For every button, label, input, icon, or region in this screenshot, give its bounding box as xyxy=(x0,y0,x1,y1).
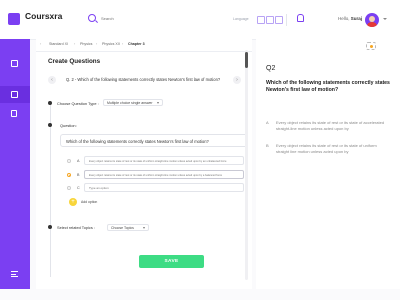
logo-icon xyxy=(8,13,20,25)
option-b-letter: B xyxy=(77,173,80,177)
document-icon xyxy=(11,110,17,117)
preview-question-text: Which of the following statements correc… xyxy=(266,80,390,93)
search-icon[interactable] xyxy=(88,14,96,22)
question-type-label: Choose Question Type : xyxy=(57,101,99,106)
user-menu-chevron-down-icon[interactable] xyxy=(383,18,387,20)
back-chevron-icon[interactable]: ‹ xyxy=(40,42,41,46)
language-label: Language xyxy=(233,17,249,21)
step-dot xyxy=(48,101,52,105)
question-text-field[interactable]: Which of the following statements correc… xyxy=(60,134,248,147)
option-c-radio[interactable] xyxy=(67,186,71,190)
header-divider xyxy=(286,14,287,26)
chevron-down-icon xyxy=(143,227,145,229)
avatar[interactable] xyxy=(365,13,379,27)
language-option-1-icon[interactable] xyxy=(257,16,265,24)
question-type-select[interactable]: Multiple choice single answer xyxy=(103,99,163,106)
preview-question-number: Q2 xyxy=(266,65,276,72)
previous-question-icon[interactable]: ‹ xyxy=(48,76,56,84)
breadcrumb-separator: › xyxy=(96,42,98,46)
greeting-text: Hello, xyxy=(338,16,350,21)
breadcrumb-separator: › xyxy=(74,42,76,46)
preview-option-b-letter: B xyxy=(266,143,269,148)
form-timeline xyxy=(50,103,51,277)
option-c-letter: C xyxy=(77,186,80,190)
sidebar xyxy=(0,39,30,289)
sidebar-item-dashboard[interactable] xyxy=(0,55,30,72)
option-b-field[interactable]: Every object retains its state of rest o… xyxy=(84,170,244,179)
breadcrumb-item[interactable]: Physics xyxy=(80,42,92,46)
top-bar: Coursxra Language Hello, Suraj xyxy=(0,0,400,40)
option-a-letter: A xyxy=(77,159,80,163)
app-name: Coursxra xyxy=(25,11,63,21)
option-a-radio[interactable] xyxy=(67,159,71,163)
scrollbar-track[interactable] xyxy=(245,50,248,280)
menu-line xyxy=(11,271,18,272)
question-type-value: Multiple choice single answer xyxy=(107,101,153,105)
step-dot xyxy=(48,225,52,229)
topics-value: Choose Topics xyxy=(111,226,134,230)
notification-bell-icon[interactable] xyxy=(296,14,304,22)
option-b-radio[interactable] xyxy=(67,173,71,177)
preview-option-a-text: Every object retains its state of rest o… xyxy=(276,120,385,131)
option-c-input[interactable] xyxy=(84,183,244,192)
app-frame: Coursxra Language Hello, Suraj xyxy=(0,0,400,300)
language-option-3-icon[interactable] xyxy=(275,16,283,24)
chevron-down-icon xyxy=(157,102,159,104)
preview-toggle-icon[interactable] xyxy=(366,42,376,50)
library-icon xyxy=(11,91,18,98)
dashboard-icon xyxy=(11,60,18,67)
scrollbar-thumb[interactable] xyxy=(245,52,248,68)
hamburger-menu-icon[interactable] xyxy=(11,271,18,277)
page-title: Create Questions xyxy=(48,58,101,65)
greeting: Hello, Suraj xyxy=(338,16,362,21)
topics-select[interactable]: Choose Topics xyxy=(107,224,149,231)
search-input[interactable] xyxy=(101,13,211,24)
save-button[interactable]: SAVE xyxy=(139,255,204,268)
question-editor: ‹ Standard XI › Physics › Physics XII › … xyxy=(36,39,252,289)
breadcrumb-separator: › xyxy=(122,42,124,46)
breadcrumb-item[interactable]: Standard XI xyxy=(49,42,68,46)
preview-option-b-text: Every object retains its state of rest o… xyxy=(276,143,377,154)
user-name: Suraj xyxy=(350,16,363,21)
search-bar xyxy=(88,13,218,26)
question-preview: Q2 Which of the following statements cor… xyxy=(256,39,400,289)
preview-option-a-letter: A xyxy=(266,120,269,125)
step-dot xyxy=(48,123,52,127)
sidebar-item-library[interactable] xyxy=(0,86,30,103)
related-topics-label: Select related Topics : xyxy=(57,225,95,230)
question-label: Question: xyxy=(60,123,77,128)
add-option-plus-icon[interactable]: + xyxy=(69,198,77,206)
next-question-icon[interactable]: › xyxy=(233,76,241,84)
menu-line xyxy=(11,276,18,277)
breadcrumb-item[interactable]: Physics XII xyxy=(102,42,120,46)
language-option-2-icon[interactable] xyxy=(266,16,274,24)
breadcrumb-current: Chapter 3 xyxy=(128,42,145,46)
breadcrumb-divider xyxy=(36,51,252,52)
option-a-field[interactable]: Every object retains its state of rest o… xyxy=(84,156,244,165)
question-header: Q. 2 - Which of the following statements… xyxy=(66,77,221,82)
sidebar-item-documents[interactable] xyxy=(0,105,30,122)
add-option-label[interactable]: Add option xyxy=(81,200,97,204)
menu-line xyxy=(11,273,16,275)
